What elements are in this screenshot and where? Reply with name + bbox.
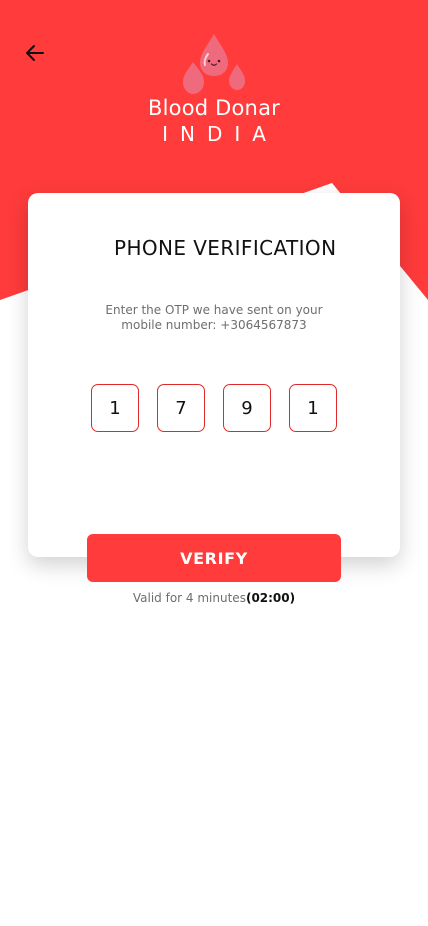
validity-text: Valid for 4 minutes [132, 591, 246, 605]
blood-drop-logo-icon [183, 34, 245, 94]
validity-timer: (02:00) [245, 591, 296, 605]
otp-digit-3[interactable]: 9 [223, 384, 271, 432]
verification-card: PHONE VERIFICATION Enter the OTP we have… [28, 193, 400, 557]
app-subtitle: INDIA [162, 122, 278, 146]
otp-instructions-line2: mobile number: +3064567873 [121, 318, 307, 332]
otp-instructions-line1: Enter the OTP we have sent on your [105, 303, 323, 317]
verify-button[interactable]: VERIFY [87, 534, 341, 582]
otp-digit-1[interactable]: 1 [91, 384, 139, 432]
otp-instructions: Enter the OTP we have sent on your mobil… [28, 303, 400, 333]
back-button[interactable] [22, 40, 48, 66]
otp-digit-4[interactable]: 1 [289, 384, 337, 432]
page-title: PHONE VERIFICATION [114, 236, 337, 260]
otp-validity: Valid for 4 minutes(02:00) [0, 591, 428, 605]
arrow-left-icon [26, 45, 44, 61]
otp-input-group: 1 7 9 1 [91, 384, 337, 432]
app-name: Blood Donar [148, 96, 280, 120]
otp-digit-2[interactable]: 7 [157, 384, 205, 432]
